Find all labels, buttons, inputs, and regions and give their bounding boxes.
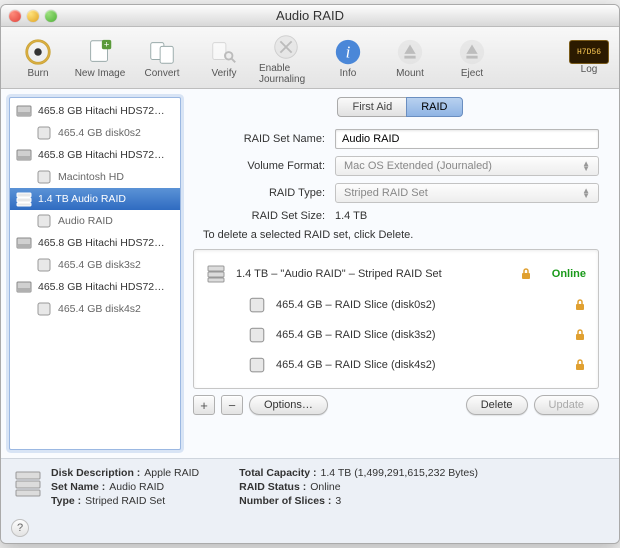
mount-icon	[394, 36, 426, 68]
raid-status-value: Online	[552, 268, 586, 280]
sidebar-item-disk[interactable]: 465.8 GB Hitachi HDS72…	[10, 100, 180, 122]
info-icon: i	[332, 36, 364, 68]
update-button: Update	[534, 395, 599, 415]
volume-icon	[248, 296, 266, 314]
toolbar-new-image[interactable]: + New Image	[73, 36, 127, 79]
sidebar-item-volume[interactable]: Macintosh HD	[10, 166, 180, 188]
volume-icon	[36, 169, 52, 185]
sidebar-item-volume[interactable]: 465.4 GB disk3s2	[10, 254, 180, 276]
tab-first-aid[interactable]: First Aid	[337, 97, 406, 117]
info-col-left: Disk Description :Apple RAID Set Name :A…	[51, 467, 199, 515]
toolbar-mount-label: Mount	[396, 68, 424, 79]
raid-type-label: RAID Type:	[193, 187, 325, 199]
volume-format-select: Mac OS Extended (Journaled) ▲▼	[335, 156, 599, 176]
volume-icon	[248, 326, 266, 344]
raid-set-icon	[13, 469, 43, 499]
delete-button[interactable]: Delete	[466, 395, 528, 415]
toolbar-journal-label: Enable Journaling	[259, 63, 313, 85]
sidebar-item-disk[interactable]: 465.8 GB Hitachi HDS72…	[10, 232, 180, 254]
toolbar: Burn + New Image Convert Verify Enable J…	[1, 27, 619, 89]
raid-slice-row[interactable]: 465.4 GB – RAID Slice (disk4s2)	[204, 350, 588, 380]
device-sidebar[interactable]: 465.8 GB Hitachi HDS72… 465.4 GB disk0s2…	[9, 97, 181, 450]
raid-form: RAID Set Name: Volume Format: Mac OS Ext…	[189, 125, 611, 415]
remove-button[interactable]: −	[221, 395, 243, 415]
volume-icon	[248, 356, 266, 374]
toolbar-burn-label: Burn	[27, 68, 48, 79]
volume-icon	[36, 301, 52, 317]
lock-icon	[574, 299, 586, 311]
sidebar-item-disk[interactable]: 465.8 GB Hitachi HDS72…	[10, 144, 180, 166]
sidebar-item-raid[interactable]: 1.4 TB Audio RAID	[10, 188, 180, 210]
volume-icon	[36, 125, 52, 141]
lock-icon	[520, 268, 532, 280]
raid-slice-row[interactable]: 465.4 GB – RAID Slice (disk3s2)	[204, 320, 588, 350]
raid-name-label: RAID Set Name:	[193, 133, 325, 145]
hard-disk-icon	[16, 279, 32, 295]
options-button[interactable]: Options…	[249, 395, 328, 415]
window-title: Audio RAID	[1, 8, 619, 23]
toolbar-log-label: Log	[581, 64, 598, 75]
toolbar-convert[interactable]: Convert	[135, 36, 189, 79]
journal-icon	[270, 31, 302, 63]
hard-disk-icon	[16, 147, 32, 163]
toolbar-new-image-label: New Image	[75, 68, 126, 79]
hard-disk-icon	[16, 235, 32, 251]
svg-text:i: i	[346, 43, 351, 62]
add-button[interactable]: +	[193, 395, 215, 415]
new-image-icon: +	[84, 36, 116, 68]
raid-set-row[interactable]: 1.4 TB – "Audio RAID" – Striped RAID Set…	[204, 258, 588, 290]
tab-bar: First Aid RAID	[189, 97, 611, 117]
volume-icon	[36, 213, 52, 229]
toolbar-eject-label: Eject	[461, 68, 483, 79]
raid-actions-row: + − Options… Delete Update	[193, 395, 599, 415]
raid-size-value: 1.4 TB	[335, 210, 367, 222]
help-button[interactable]: ?	[11, 519, 29, 537]
convert-icon	[146, 36, 178, 68]
toolbar-verify-label: Verify	[211, 68, 236, 79]
raid-name-input[interactable]	[335, 129, 599, 149]
sidebar-item-volume[interactable]: 465.4 GB disk4s2	[10, 298, 180, 320]
sidebar-item-volume[interactable]: 465.4 GB disk0s2	[10, 122, 180, 144]
burn-icon	[22, 36, 54, 68]
tab-raid[interactable]: RAID	[406, 97, 462, 117]
toolbar-convert-label: Convert	[144, 68, 179, 79]
delete-hint: To delete a selected RAID set, click Del…	[203, 229, 599, 241]
log-icon: H7D56	[569, 40, 609, 64]
info-col-right: Total Capacity :1.4 TB (1,499,291,615,23…	[239, 467, 478, 515]
toolbar-info[interactable]: i Info	[321, 36, 375, 79]
toolbar-eject: Eject	[445, 36, 499, 79]
toolbar-verify: Verify	[197, 36, 251, 79]
chevron-updown-icon: ▲▼	[582, 161, 590, 171]
info-footer: Disk Description :Apple RAID Set Name :A…	[1, 458, 619, 543]
lock-icon	[574, 359, 586, 371]
sidebar-item-volume[interactable]: Audio RAID	[10, 210, 180, 232]
toolbar-burn[interactable]: Burn	[11, 36, 65, 79]
toolbar-log[interactable]: H7D56 Log	[569, 40, 609, 75]
volume-format-label: Volume Format:	[193, 160, 325, 172]
svg-text:+: +	[104, 39, 109, 49]
raid-set-icon	[206, 264, 226, 284]
disk-utility-window: Audio RAID Burn + New Image Convert Veri…	[0, 4, 620, 544]
raid-members-list: 1.4 TB – "Audio RAID" – Striped RAID Set…	[193, 249, 599, 389]
eject-icon	[456, 36, 488, 68]
lock-icon	[574, 329, 586, 341]
raid-type-select: Striped RAID Set ▲▼	[335, 183, 599, 203]
sidebar-item-disk[interactable]: 465.8 GB Hitachi HDS72…	[10, 276, 180, 298]
volume-icon	[36, 257, 52, 273]
content-pane: First Aid RAID RAID Set Name: Volume For…	[189, 97, 611, 450]
raid-icon	[16, 191, 32, 207]
verify-icon	[208, 36, 240, 68]
chevron-updown-icon: ▲▼	[582, 188, 590, 198]
toolbar-enable-journaling: Enable Journaling	[259, 31, 313, 85]
toolbar-mount: Mount	[383, 36, 437, 79]
hard-disk-icon	[16, 103, 32, 119]
raid-size-label: RAID Set Size:	[193, 210, 325, 222]
titlebar: Audio RAID	[1, 5, 619, 27]
toolbar-info-label: Info	[340, 68, 357, 79]
raid-slice-row[interactable]: 465.4 GB – RAID Slice (disk0s2)	[204, 290, 588, 320]
